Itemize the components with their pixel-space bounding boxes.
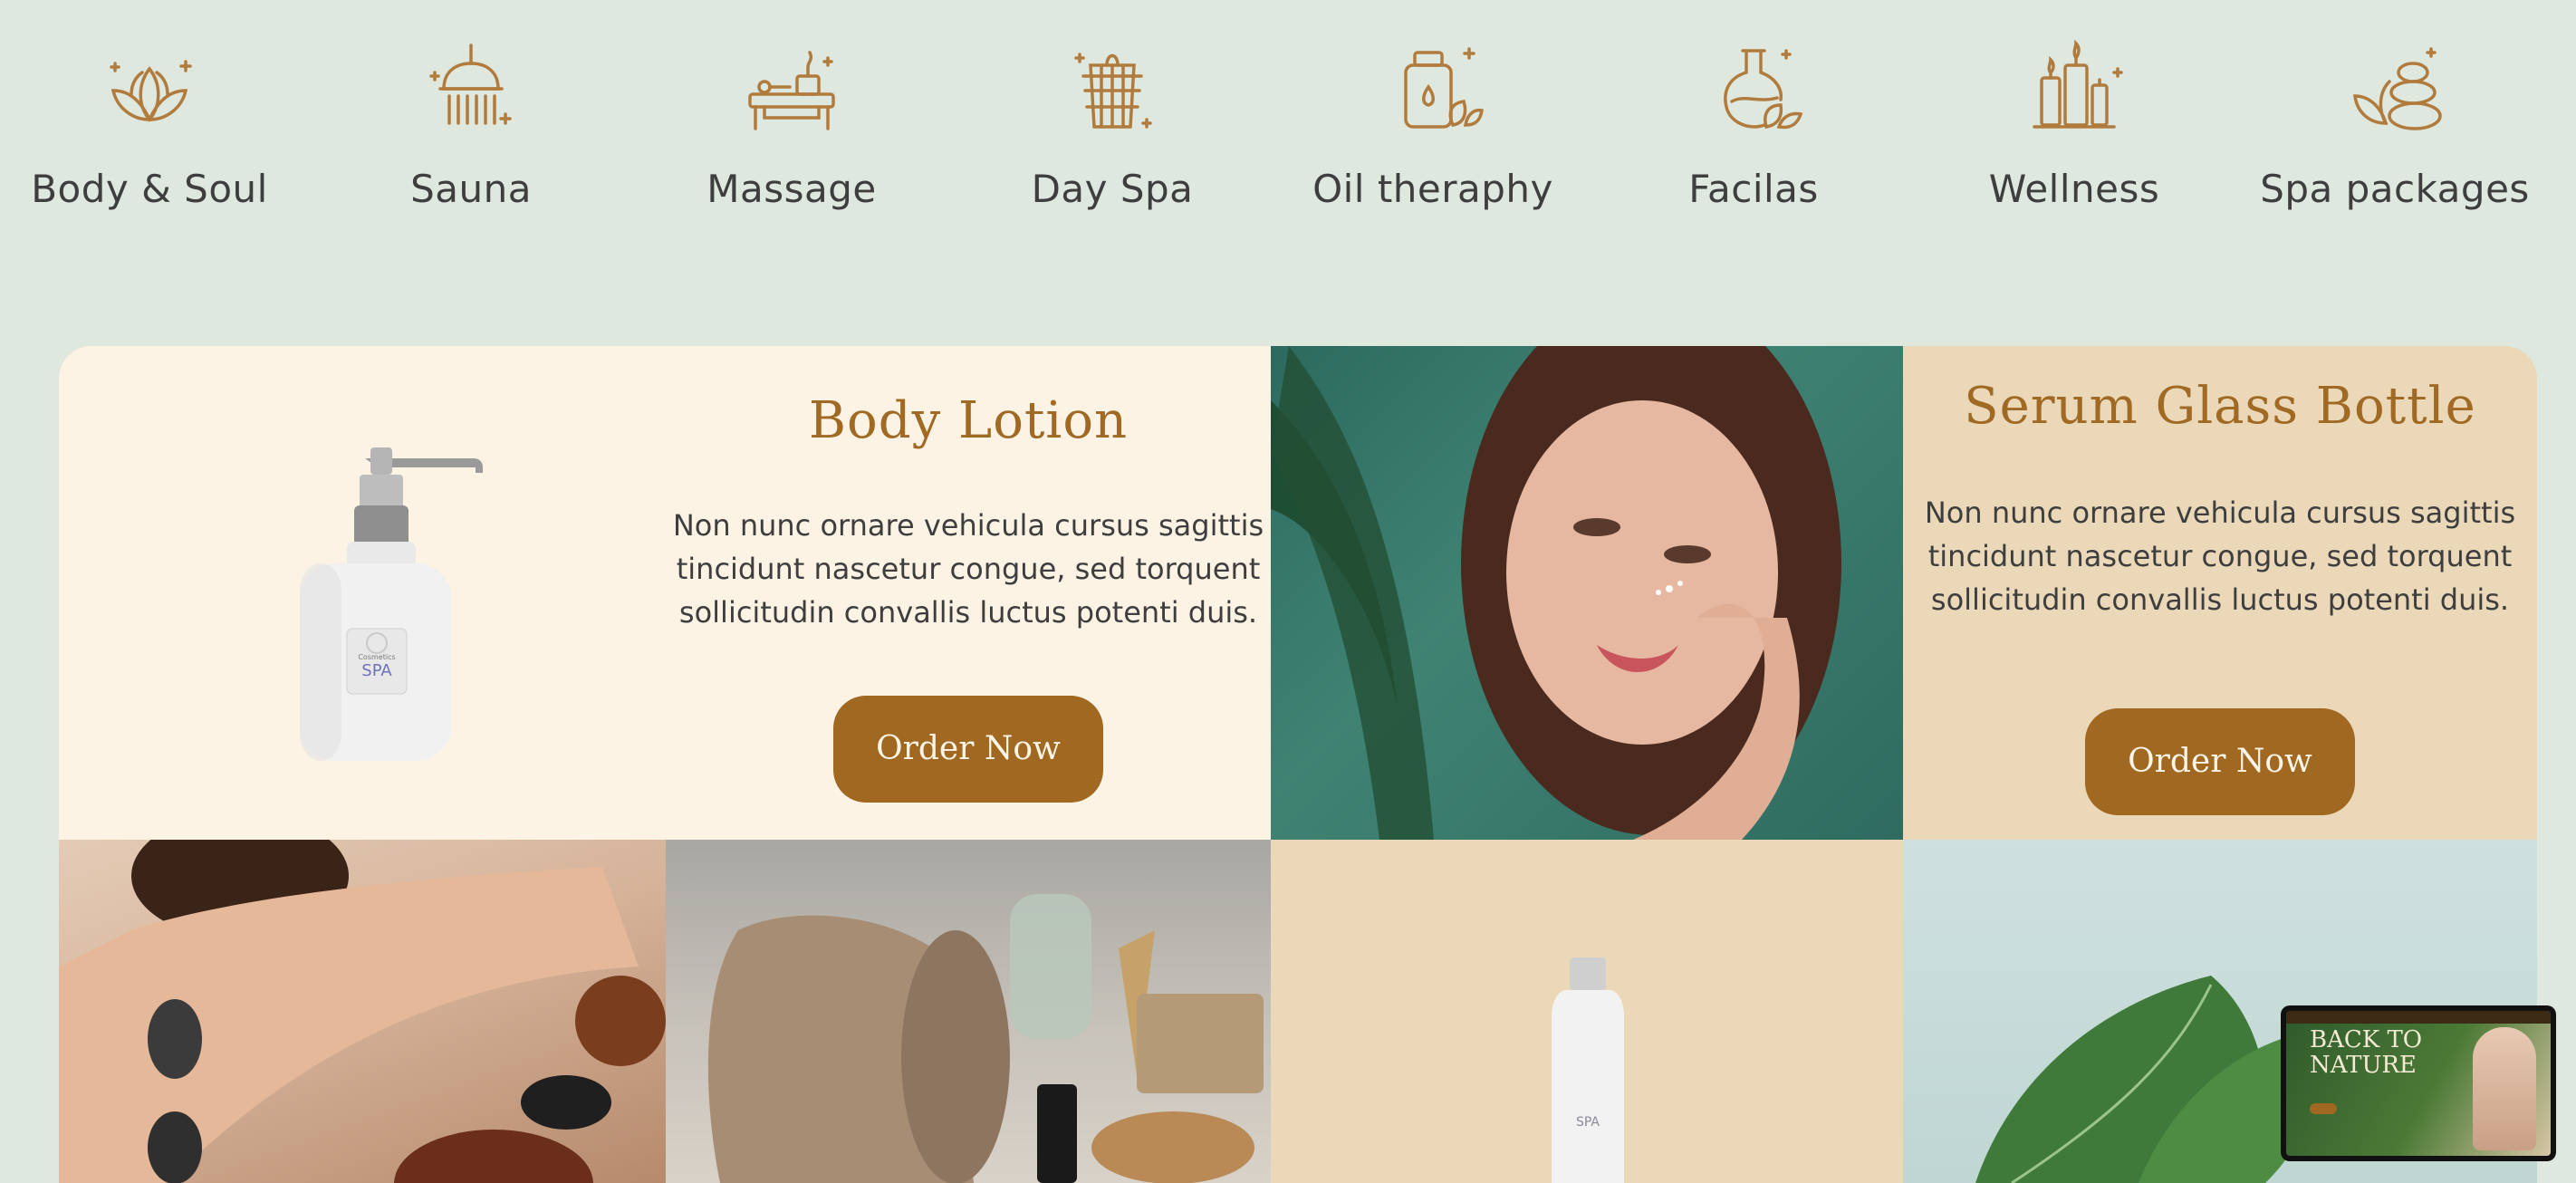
category-day-spa[interactable]: Day Spa [958, 36, 1266, 217]
preview-screen: BACK TO NATURE [2286, 1011, 2551, 1156]
description-line: tincidunt nascetur congue, sed torquent [1927, 539, 2513, 573]
category-label: Facilas [1688, 167, 1819, 211]
product-title: Body Lotion [808, 391, 1129, 450]
preview-title: BACK TO NATURE [2310, 1026, 2423, 1079]
serum-bottle-image: SPA [1552, 957, 1624, 1183]
bottle-card: SPA [1271, 840, 1903, 1183]
description-line: Non nunc ornare vehicula cursus sagittis [672, 508, 1264, 543]
category-label: Wellness [1988, 167, 2160, 211]
order-now-button[interactable]: Order Now [833, 696, 1103, 803]
category-label: Body & Soul [31, 167, 268, 211]
product-title: Serum Glass Bottle [1964, 377, 2476, 436]
towel-oil-photo [666, 840, 1271, 1183]
serum-card: Serum Glass Bottle Non nunc ornare vehic… [1903, 346, 2537, 840]
order-now-button[interactable]: Order Now [2085, 708, 2355, 815]
product-description: Non nunc ornare vehicula cursus sagittis… [1903, 491, 2537, 621]
bucket-icon [1058, 36, 1167, 145]
bottle-label: SPA [1576, 1115, 1600, 1130]
bottle-label-top: Cosmetics [358, 653, 395, 661]
preview-face [2473, 1027, 2536, 1150]
lotus-icon [95, 36, 204, 145]
hot-stone-massage-photo [59, 840, 666, 1183]
description-line: tincidunt nascetur congue, sed torquent [676, 552, 1261, 586]
site-preview-thumbnail[interactable]: BACK TO NATURE [2281, 1005, 2556, 1161]
category-oil-therapy[interactable]: Oil theraphy [1279, 36, 1587, 217]
category-label: Massage [706, 167, 877, 211]
category-strip: Body & Soul Sauna Massage Day Spa Oil th… [0, 0, 2576, 236]
preview-button [2310, 1103, 2337, 1114]
body-lotion-card: SPA Cosmetics Body Lotion Non nunc ornar… [59, 346, 1271, 840]
oil-jar-icon [1379, 36, 1487, 145]
preview-nav [2286, 1011, 2551, 1024]
description-line: Non nunc ornare vehicula cursus sagittis [1924, 495, 2516, 530]
category-spa-packages[interactable]: Spa packages [2241, 36, 2549, 217]
woman-face-photo [1271, 346, 1903, 840]
product-grid: SPA Cosmetics Body Lotion Non nunc ornar… [59, 346, 2537, 1183]
description-line: sollicitudin convallis luctus potenti du… [678, 595, 1258, 630]
category-wellness[interactable]: Wellness [1920, 36, 2228, 217]
lotion-bottle-image: SPA Cosmetics [300, 447, 483, 761]
flask-leaf-icon [1699, 36, 1808, 145]
stones-lotus-icon [2341, 36, 2449, 145]
bottle-label: SPA [361, 661, 392, 680]
category-label: Sauna [410, 167, 532, 211]
category-massage[interactable]: Massage [638, 36, 946, 217]
category-sauna[interactable]: Sauna [317, 36, 625, 217]
product-description: Non nunc ornare vehicula cursus sagittis… [666, 504, 1271, 634]
category-label: Day Spa [1031, 167, 1194, 211]
massage-table-icon [737, 36, 846, 145]
candles-icon [2020, 36, 2129, 145]
category-body-soul[interactable]: Body & Soul [0, 36, 303, 217]
category-label: Oil theraphy [1312, 167, 1553, 211]
category-label: Spa packages [2260, 167, 2530, 211]
shower-icon [417, 36, 525, 145]
description-line: sollicitudin convallis luctus potenti du… [1930, 582, 2510, 617]
category-facials[interactable]: Facilas [1600, 36, 1908, 217]
